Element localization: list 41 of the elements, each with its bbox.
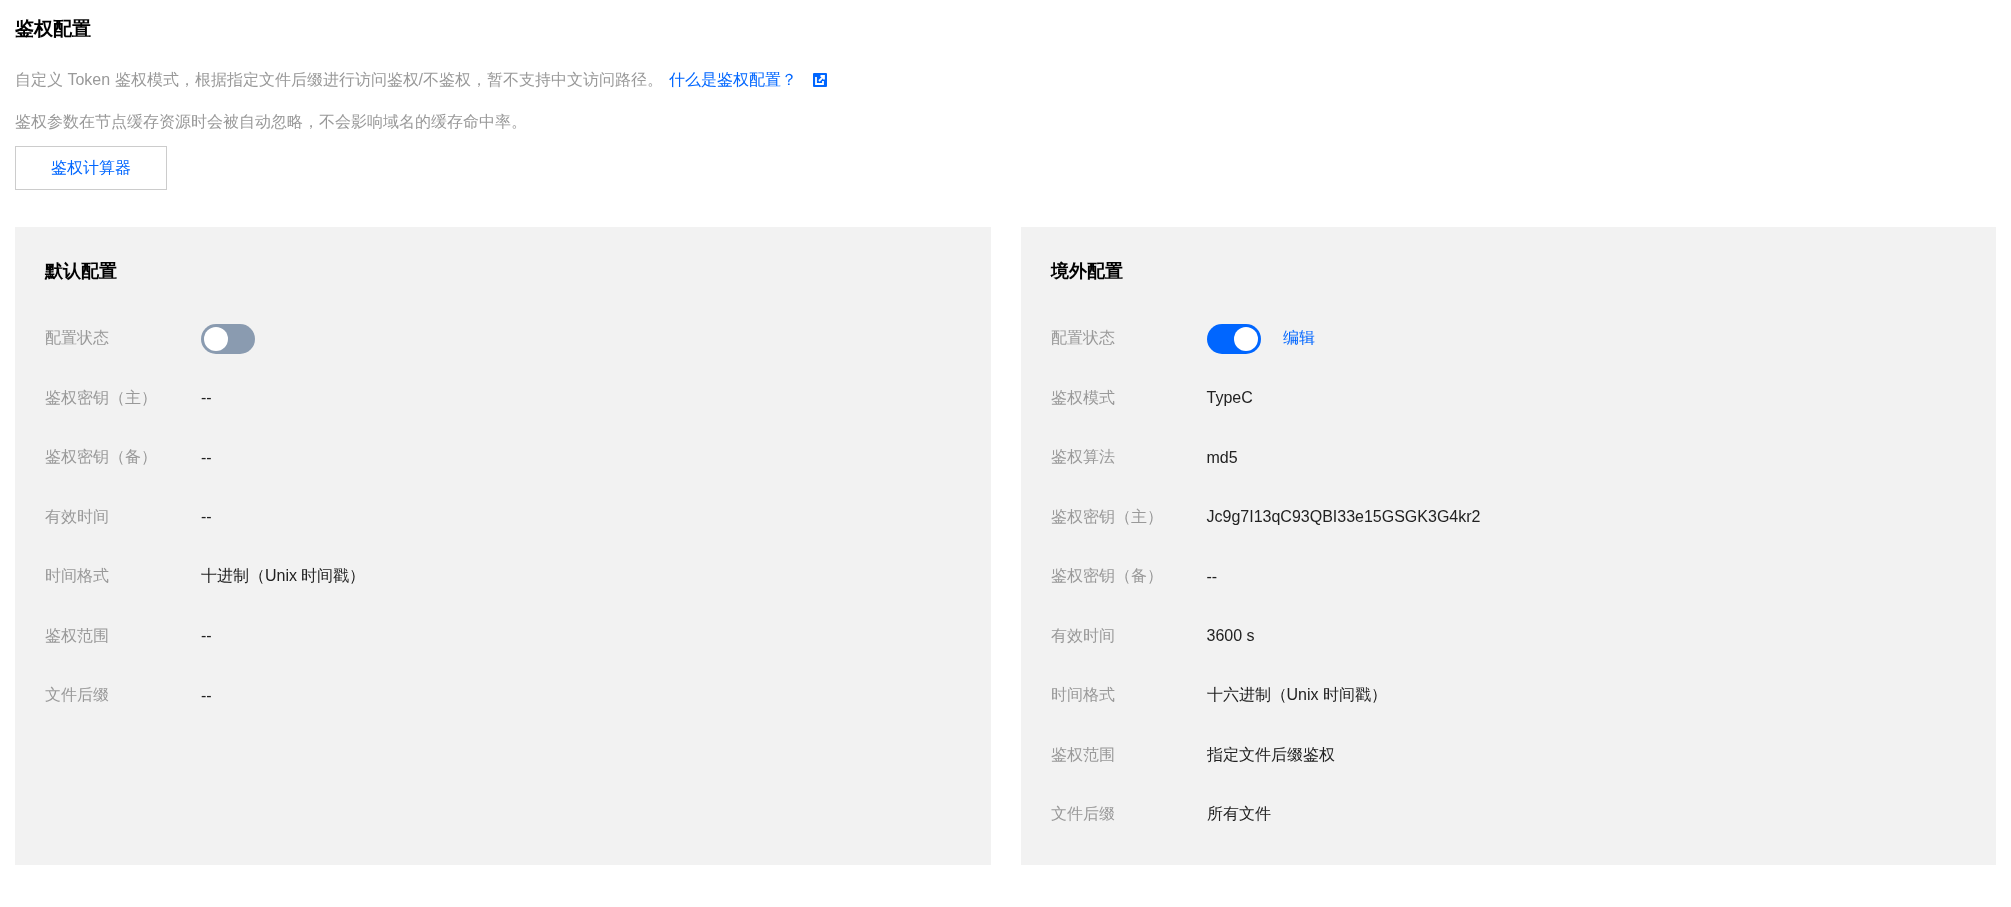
- field-label: 鉴权密钥（备）: [45, 447, 158, 468]
- field-label: 时间格式: [1050, 685, 1116, 706]
- field-label: 鉴权密钥（主）: [1050, 506, 1164, 527]
- field-label: 鉴权密钥（主）: [45, 387, 158, 408]
- field-label: 鉴权范围: [1050, 744, 1116, 765]
- field-label: 配置状态: [45, 328, 110, 349]
- panel-title: 境外配置: [1050, 260, 1124, 283]
- field-label: 鉴权密钥（备）: [1050, 566, 1164, 587]
- field-label: 有效时间: [45, 506, 110, 527]
- field-value: 指定文件后缀鉴权: [1206, 744, 1335, 765]
- help-link[interactable]: 什么是鉴权配置？: [669, 68, 798, 92]
- field-label: 鉴权范围: [45, 625, 110, 646]
- field-value: --: [201, 627, 212, 646]
- field-value: --: [201, 448, 212, 467]
- field-value: --: [1206, 567, 1218, 586]
- edit-link[interactable]: 编辑: [1282, 328, 1315, 350]
- field-value: --: [201, 508, 212, 527]
- description-text: 自定义 Token 鉴权模式，根据指定文件后缀进行访问鉴权/不鉴权，暂不支持中文访问路径。: [15, 70, 664, 90]
- field-label: 配置状态: [1050, 328, 1116, 349]
- field-value: 3600 s: [1206, 627, 1255, 646]
- field-label: 有效时间: [1050, 625, 1116, 646]
- calculator-button[interactable]: 鉴权计算器: [15, 146, 167, 190]
- field-value: --: [201, 389, 212, 408]
- field-value: md5: [1206, 448, 1238, 467]
- field-label: 鉴权算法: [1050, 447, 1116, 468]
- field-label: 文件后缀: [45, 685, 110, 706]
- field-value: 所有文件: [1206, 804, 1271, 825]
- field-value: 十进制（Unix 时间戳）: [201, 566, 366, 587]
- field-value: Jc9g7I13qC93QBI33e15GSGK3G4kr2: [1206, 508, 1481, 527]
- field-value: 十六进制（Unix 时间戳）: [1206, 685, 1387, 706]
- toggle-switch[interactable]: [201, 323, 255, 354]
- external-link-icon[interactable]: [813, 73, 828, 87]
- field-value: TypeC: [1206, 389, 1253, 408]
- toggle-switch[interactable]: [1206, 323, 1261, 354]
- field-label: 文件后缀: [1050, 804, 1116, 825]
- field-label: 鉴权模式: [1050, 387, 1116, 408]
- field-label: 时间格式: [45, 566, 110, 587]
- note-text: 鉴权参数在节点缓存资源时会被自动忽略，不会影响域名的缓存命中率。: [15, 112, 528, 132]
- panel-title: 默认配置: [45, 260, 118, 283]
- field-value: --: [201, 686, 212, 705]
- section-title: 鉴权配置: [15, 17, 92, 41]
